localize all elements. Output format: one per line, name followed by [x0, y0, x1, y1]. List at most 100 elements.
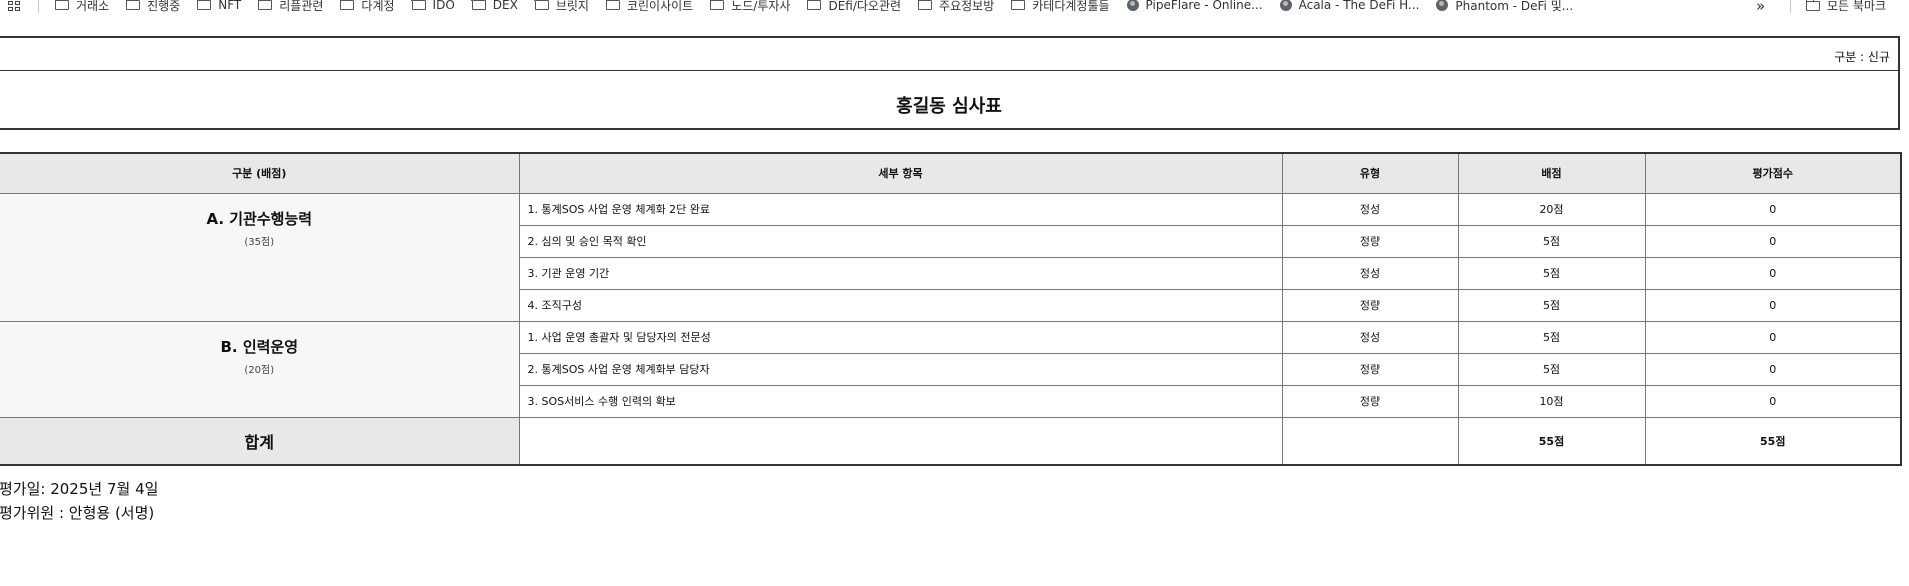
folder-icon	[917, 0, 933, 10]
score-cell: 5점	[1457, 224, 1646, 258]
score-cell: 5점	[1457, 256, 1646, 290]
table-row: B. 인력운영 (20점) 1. 사업 운영 총괄자 및 담당자의 전문성 정성 5점 0	[0, 320, 1902, 418]
all-bookmarks-button[interactable]: 모든 북마크	[1805, 0, 1887, 14]
col-header-category: 구분 (배점)	[0, 152, 520, 194]
total-blank	[518, 416, 1283, 466]
col-header-eval: 평가점수	[1644, 152, 1902, 194]
type-cell: 정량	[1281, 288, 1459, 322]
folder-icon	[257, 0, 273, 10]
bookmark-item[interactable]: 진행중	[125, 0, 181, 14]
score-cell: 5점	[1457, 320, 1646, 354]
bookmark-label: Acala - The DeFi H...	[1298, 0, 1420, 12]
bookmark-item[interactable]: Acala - The DeFi H...	[1279, 0, 1420, 12]
folder-icon	[54, 0, 69, 10]
apps-grid-icon[interactable]	[8, 1, 21, 12]
folder-icon	[534, 0, 549, 10]
document-header: 구분 : 신규 홍길동 심사표	[0, 36, 1900, 130]
score-cell: 20점	[1457, 192, 1646, 226]
bookmark-label: DEX	[492, 0, 518, 12]
section-title: A. 기관수행능력	[206, 209, 313, 228]
section-title: B. 인력운영	[220, 337, 299, 356]
score-cell: 5점	[1457, 288, 1646, 322]
bookmark-item[interactable]: 코린이사이트	[605, 0, 694, 14]
score-cell: 5점	[1457, 352, 1646, 386]
evaluator-signature: 평가위원 : 안형용 (서명)	[0, 504, 155, 522]
bookmark-item[interactable]: PipeFlare - Online...	[1126, 0, 1263, 12]
score-cell: 10점	[1457, 384, 1646, 418]
bookmark-item[interactable]: Phantom - DeFi 및...	[1436, 0, 1573, 14]
folder-icon	[471, 0, 486, 10]
globe-icon	[1126, 0, 1139, 11]
folder-icon	[709, 0, 725, 10]
total-score: 55점	[1457, 416, 1646, 466]
eval-cell: 0	[1644, 320, 1902, 354]
bookmark-item[interactable]: 리플관련	[257, 0, 324, 14]
section-cell: B. 인력운영 (20점)	[0, 320, 520, 418]
item-cell: 3. 기관 운영 기간	[518, 256, 1283, 290]
bookmark-label: 거래소	[76, 0, 110, 13]
bookmark-label: 코린이사이트	[626, 0, 694, 13]
bookmark-list: 거래소 진행중 NFT 리플관련 다계정 IDO DEX 브릿지 코린이사이트 노드/투자사 DEf…	[54, 0, 1590, 14]
eval-cell: 0	[1644, 384, 1902, 418]
total-row: 합계 55점 55점	[0, 416, 1902, 466]
eval-cell: 0	[1644, 288, 1902, 322]
bookmark-item[interactable]: NFT	[196, 0, 242, 12]
bookmark-item[interactable]: IDO	[411, 0, 455, 12]
globe-icon	[1279, 0, 1292, 11]
folder-icon	[807, 0, 822, 10]
bookmark-label: 진행중	[147, 0, 181, 13]
evaluation-table: 구분 (배점) 세부 항목 유형 배점 평가점수 A. 기관수행능력 (35점) 1…	[0, 152, 1902, 466]
bookmark-label: PipeFlare - Online...	[1145, 0, 1263, 12]
type-cell: 정량	[1281, 224, 1459, 258]
bookmark-item[interactable]: 카테다계정툴들	[1010, 0, 1110, 14]
bookmark-label: 리플관련	[279, 0, 324, 13]
item-cell: 2. 통계SOS 사업 운영 체계화부 담당자	[518, 352, 1283, 386]
type-cell: 정량	[1281, 384, 1459, 418]
page-title: 홍길동 심사표	[896, 96, 1002, 117]
col-header-score: 배점	[1457, 152, 1646, 194]
bookmark-item[interactable]: 다계정	[340, 0, 395, 14]
col-header-item: 세부 항목	[518, 152, 1283, 194]
evaluation-date: 평가일: 2025년 7월 4일	[0, 480, 159, 498]
bookmark-item[interactable]: 노드/투자사	[709, 0, 790, 14]
bookmark-label: NFT	[218, 0, 242, 12]
item-cell: 3. SOS서비스 수행 인력의 확보	[518, 384, 1283, 418]
type-cell: 정성	[1281, 192, 1459, 226]
folder-icon	[125, 0, 141, 10]
table-header-row: 구분 (배점) 세부 항목 유형 배점 평가점수	[0, 152, 1902, 194]
bookmark-label: 주요정보방	[939, 0, 995, 13]
folder-icon	[411, 0, 426, 10]
bookmark-label: Phantom - DeFi 및...	[1455, 0, 1574, 13]
folder-icon	[605, 0, 620, 10]
eval-cell: 0	[1644, 256, 1902, 290]
bookmark-item[interactable]: 주요정보방	[917, 0, 995, 14]
total-label: 합계	[0, 416, 520, 466]
type-cell: 정량	[1281, 352, 1459, 386]
bookmarks-bar: 거래소 진행중 NFT 리플관련 다계정 IDO DEX 브릿지 코린이사이트 노드/투자사 DEf…	[0, 0, 1909, 14]
bookmark-item[interactable]: 브릿지	[534, 0, 589, 14]
header-divider	[0, 70, 1898, 71]
item-cell: 1. 사업 운영 총괄자 및 담당자의 전문성	[518, 320, 1283, 354]
section-points: (35점)	[244, 236, 275, 248]
bookmark-label: 다계정	[361, 0, 395, 13]
bookmarks-divider	[1790, 0, 1791, 13]
bookmark-item[interactable]: 거래소	[54, 0, 110, 14]
bookmarks-overflow-button[interactable]: »	[1756, 0, 1765, 14]
type-cell: 정성	[1281, 256, 1459, 290]
folder-icon	[196, 0, 212, 10]
folder-icon	[340, 0, 355, 10]
item-cell: 1. 통계SOS 사업 운영 체계화 2단 완료	[518, 192, 1283, 226]
all-bookmarks-label: 모든 북마크	[1827, 0, 1887, 13]
folder-icon	[1010, 0, 1026, 10]
eval-cell: 0	[1644, 224, 1902, 258]
bookmark-item[interactable]: DEX	[471, 0, 518, 12]
type-cell: 정성	[1281, 320, 1459, 354]
bookmark-item[interactable]: DEfi/다오관련	[807, 0, 901, 14]
item-cell: 2. 심의 및 승인 목적 확인	[518, 224, 1283, 258]
total-eval: 55점	[1644, 416, 1902, 466]
section-cell: A. 기관수행능력 (35점)	[0, 192, 520, 322]
bookmark-label: DEfi/다오관련	[828, 0, 902, 13]
section-points: (20점)	[244, 364, 275, 376]
bookmark-label: 브릿지	[555, 0, 589, 13]
folder-icon	[1805, 0, 1820, 11]
